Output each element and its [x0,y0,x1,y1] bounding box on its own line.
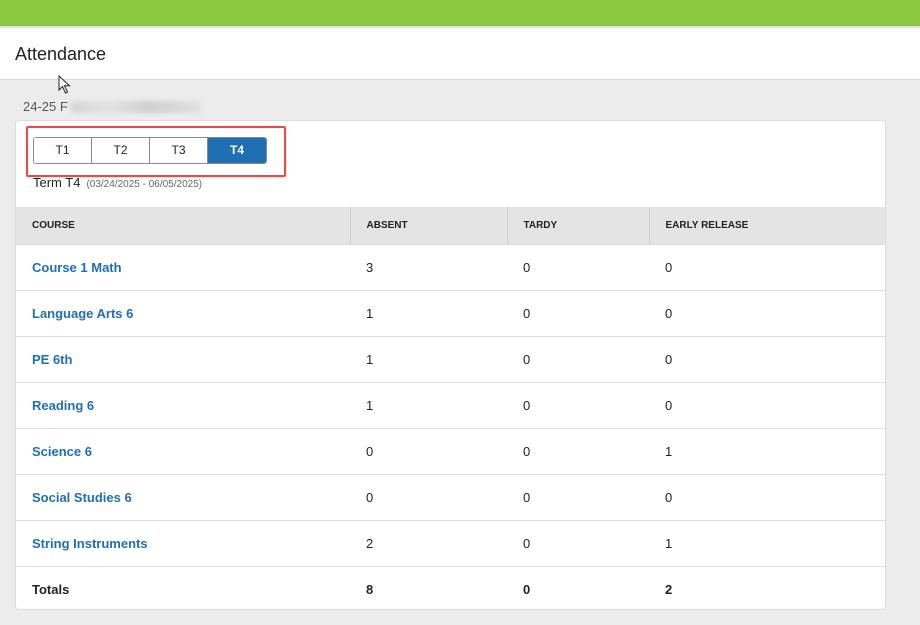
school-year-label: 24-25 F [23,99,201,114]
course-link[interactable]: Social Studies 6 [32,490,132,505]
table-row: Social Studies 6 0 0 0 [16,473,885,520]
header-course: COURSE [16,207,351,244]
tardy-cell: 0 [507,243,649,290]
course-link[interactable]: PE 6th [32,352,72,367]
course-link[interactable]: String Instruments [32,536,148,551]
table-row: Science 6 0 0 1 [16,427,885,474]
term-name: Term T4 [33,175,81,190]
early-release-cell: 1 [649,427,885,474]
table-row: String Instruments 2 0 1 [16,519,885,566]
tab-t4[interactable]: T4 [208,138,266,163]
tardy-cell: 0 [507,519,649,566]
absent-cell: 3 [350,243,507,290]
tab-t2[interactable]: T2 [92,138,150,163]
tab-t1[interactable]: T1 [34,138,92,163]
absent-cell: 0 [350,427,507,474]
total-tardy: 0 [507,565,649,609]
tardy-cell: 0 [507,427,649,474]
absent-cell: 1 [350,381,507,428]
page-title: Attendance [15,44,107,64]
term-tabs: T1 T2 T3 T4 [33,137,267,164]
tardy-cell: 0 [507,473,649,520]
redacted-school-name [70,100,201,113]
total-absent: 8 [350,565,507,609]
absent-cell: 1 [350,335,507,382]
tab-t3[interactable]: T3 [150,138,208,163]
course-link[interactable]: Reading 6 [32,398,94,413]
term-heading: Term T4 (03/24/2025 - 06/05/2025) [33,175,202,190]
early-release-cell: 0 [649,381,885,428]
term-dates: (03/24/2025 - 06/05/2025) [86,179,203,190]
totals-label: Totals [16,565,350,609]
table-row: Course 1 Math 3 0 0 [16,243,885,290]
table-row: Language Arts 6 1 0 0 [16,289,885,336]
total-early-release: 2 [649,565,885,609]
attendance-table: COURSE ABSENT TARDY EARLY RELEASE Course… [16,207,885,609]
page-header: Attendance [0,29,920,80]
early-release-cell: 0 [649,335,885,382]
early-release-cell: 1 [649,519,885,566]
table-row: Reading 6 1 0 0 [16,381,885,428]
header-early-release: EARLY RELEASE [649,207,885,244]
absent-cell: 1 [350,289,507,336]
absent-cell: 2 [350,519,507,566]
table-header-row: COURSE ABSENT TARDY EARLY RELEASE [16,207,885,244]
absent-cell: 0 [350,473,507,520]
early-release-cell: 0 [649,243,885,290]
tardy-cell: 0 [507,335,649,382]
table-row: PE 6th 1 0 0 [16,335,885,382]
header-tardy: TARDY [507,207,650,244]
top-brand-bar [0,0,920,26]
totals-row: Totals 8 0 2 [16,565,885,609]
school-year-text: 24-25 F [23,99,68,114]
course-link[interactable]: Course 1 Math [32,260,122,275]
early-release-cell: 0 [649,473,885,520]
course-link[interactable]: Science 6 [32,444,92,459]
tardy-cell: 0 [507,289,649,336]
tardy-cell: 0 [507,381,649,428]
early-release-cell: 0 [649,289,885,336]
course-link[interactable]: Language Arts 6 [32,306,133,321]
attendance-card: T1 T2 T3 T4 Term T4 (03/24/2025 - 06/05/2… [15,120,886,610]
header-absent: ABSENT [350,207,508,244]
mouse-pointer-icon [58,75,71,94]
